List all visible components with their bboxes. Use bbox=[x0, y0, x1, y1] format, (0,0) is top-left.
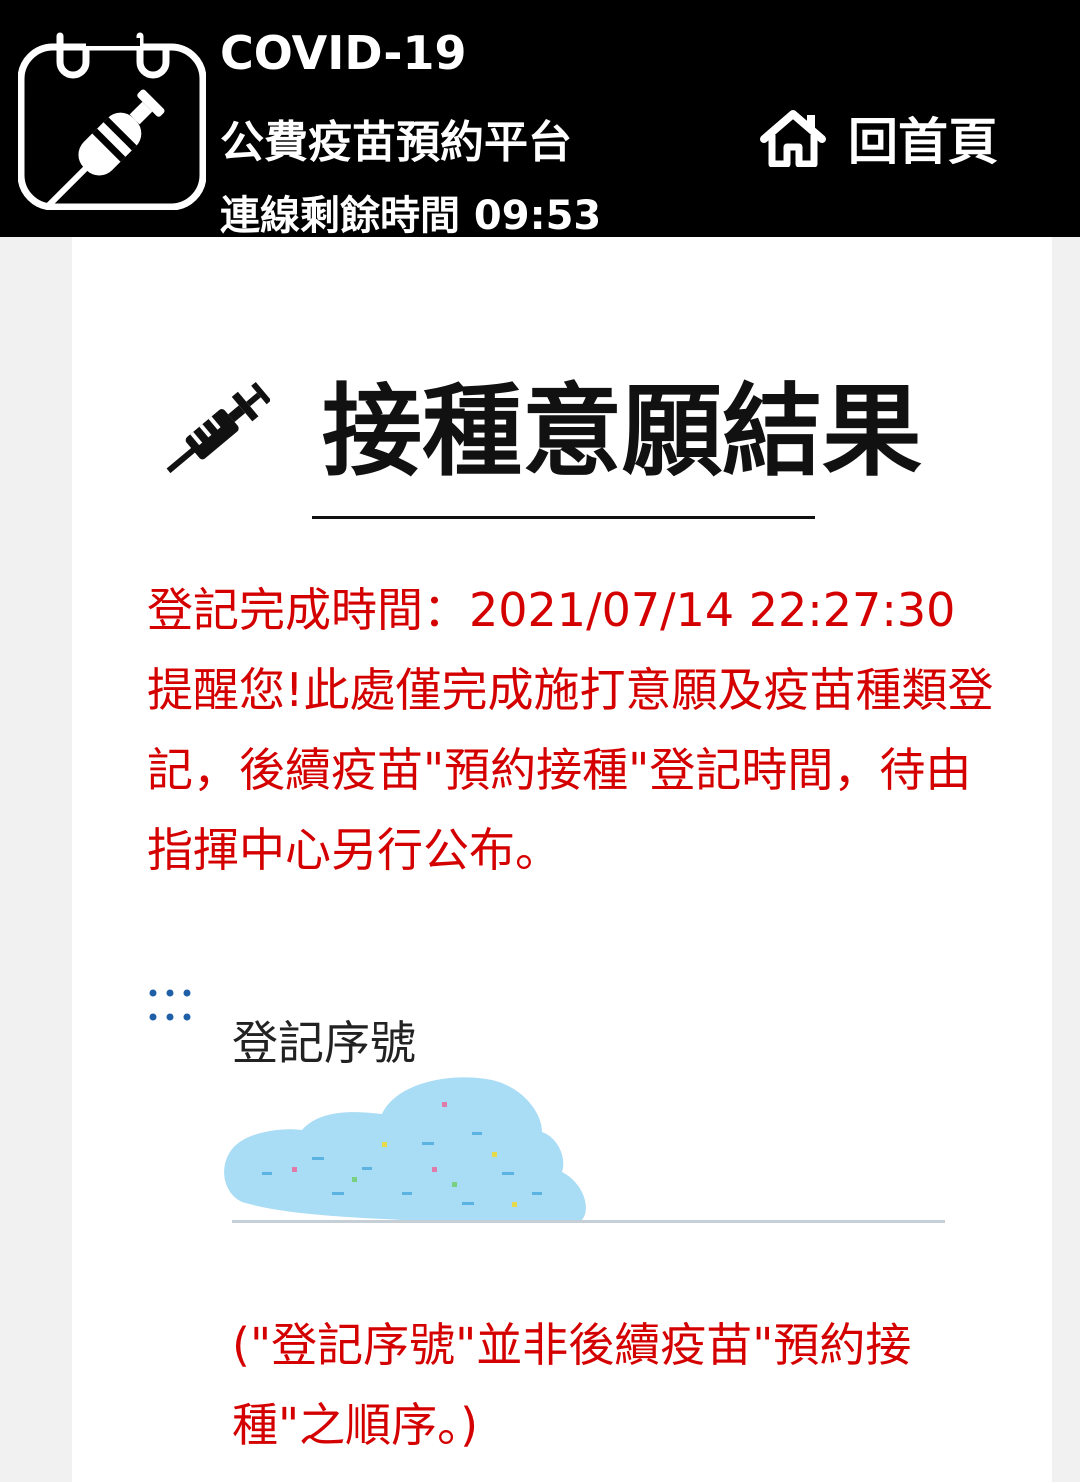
syringe-icon bbox=[166, 381, 270, 474]
vaccine-calendar-icon bbox=[17, 30, 207, 211]
result-card: 接種意願結果 登記完成時間：2021/07/14 22:27:30 提醒您!此處… bbox=[72, 237, 1052, 1482]
home-button-label: 回首頁 bbox=[848, 113, 998, 171]
page-title: 接種意願結果 bbox=[322, 373, 922, 490]
serial-note: ("登記序號"並非後續疫苗"預約接種"之順序。) bbox=[232, 1318, 912, 1452]
serial-underline bbox=[232, 1220, 945, 1223]
title-section: 接種意願結果 bbox=[162, 372, 962, 522]
serial-number-field bbox=[222, 1072, 952, 1232]
app-header: COVID-19 公費疫苗預約平台 連線剩餘時間 09:53 回首頁 bbox=[0, 0, 1080, 239]
home-icon bbox=[760, 110, 826, 167]
title-divider bbox=[312, 516, 815, 519]
completed-time: 登記完成時間：2021/07/14 22:27:30 bbox=[147, 583, 956, 637]
serial-label: 登記序號 bbox=[232, 1016, 416, 1070]
session-timer: 連線剩餘時間 09:53 bbox=[220, 193, 602, 239]
reminder-text: 提醒您!此處僅完成施打意願及疫苗種類登記，後續疫苗"預約接種"登記時間，待由指揮… bbox=[147, 663, 994, 877]
platform-title: 公費疫苗預約平台 bbox=[220, 117, 572, 168]
home-button[interactable]: 回首頁 bbox=[760, 108, 998, 171]
app-name: COVID-19 bbox=[220, 26, 467, 80]
redaction-scribble bbox=[224, 1077, 586, 1220]
dots-icon bbox=[149, 989, 191, 1021]
registration-notice: 登記完成時間：2021/07/14 22:27:30 提醒您!此處僅完成施打意願… bbox=[147, 570, 997, 890]
